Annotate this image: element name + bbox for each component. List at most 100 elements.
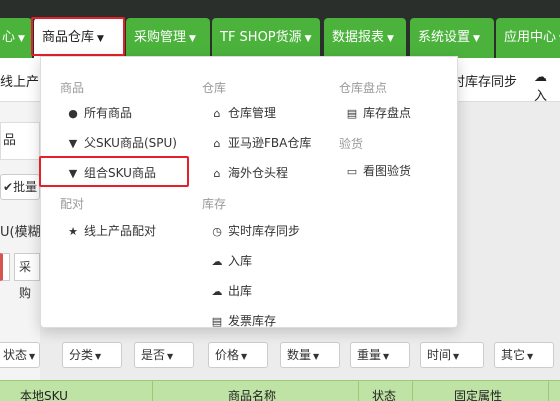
- search-mode-select[interactable]: U(模糊): [0, 221, 46, 240]
- menu-item-view-inspect[interactable]: ▭ 看图验货: [346, 162, 411, 179]
- menu-item-label: 看图验货: [363, 164, 412, 178]
- section-heading-match: 配对: [60, 197, 85, 211]
- chevron-down-icon: ▼: [167, 352, 174, 361]
- filter-label: 重量: [357, 348, 382, 362]
- column-divider: [358, 381, 359, 401]
- chevron-down-icon: ▼: [189, 34, 196, 44]
- menu-item-label: 所有商品: [84, 106, 133, 120]
- menu-item-online-match[interactable]: ★ 线上产品配对: [67, 222, 156, 239]
- nav-tab-apps[interactable]: 应用中心▼: [496, 18, 560, 58]
- section-heading-check: 仓库盘点: [339, 81, 388, 95]
- batch-button-label: 批量: [13, 180, 38, 194]
- chevron-down-icon: ▼: [527, 352, 534, 361]
- menu-item-label: 仓库管理: [228, 106, 277, 120]
- sub-menu-item-stock-in[interactable]: ☁ 入: [534, 70, 560, 104]
- column-header-attributes[interactable]: 固定属性: [454, 387, 502, 401]
- filter-status-button[interactable]: 状态 ▼: [0, 342, 40, 368]
- section-heading-warehouse: 仓库: [202, 81, 227, 95]
- menu-item-stock-check[interactable]: ▤ 库存盘点: [346, 104, 411, 121]
- column-divider: [412, 381, 413, 401]
- chevron-down-icon: ▼: [29, 352, 36, 361]
- nav-tab-label: 采购管理: [134, 30, 187, 45]
- menu-item-label: 库存盘点: [363, 106, 412, 120]
- menu-item-stock-in[interactable]: ☁ 入库: [211, 252, 253, 269]
- menu-item-all-goods[interactable]: ● 所有商品: [67, 104, 132, 121]
- filter-label: 是否: [141, 348, 166, 362]
- list-icon: ▤: [346, 107, 358, 120]
- nav-tab-reports[interactable]: 数据报表 ▼: [324, 18, 406, 58]
- home-icon: ⌂: [213, 107, 221, 120]
- chevron-down-icon: ▼: [95, 352, 102, 361]
- table-header: 本地SKU 商品名称 状态 固定属性: [0, 380, 560, 401]
- nav-tab-center[interactable]: 心 ▼: [0, 18, 32, 58]
- menu-item-realtime-sync[interactable]: ◷ 实时库存同步: [211, 222, 300, 239]
- filter-label: 分类: [69, 348, 94, 362]
- filter-bar: 状态 ▼ 分类 ▼ 是否 ▼ 价格 ▼ 数量 ▼ 重量 ▼ 时间 ▼ 其它 ▼: [0, 342, 560, 370]
- chevron-down-icon: ▼: [304, 34, 312, 44]
- nav-tab-label: TF SHOP货源: [220, 30, 302, 45]
- circle-icon: ●: [68, 107, 78, 120]
- filter-other-button[interactable]: 其它 ▼: [494, 342, 554, 368]
- menu-item-label: 亚马逊FBA仓库: [228, 136, 312, 150]
- column-header-status[interactable]: 状态: [372, 387, 396, 401]
- menu-item-label: 出库: [228, 284, 253, 298]
- filter-label: 数量: [287, 348, 312, 362]
- menu-item-label: 父SKU商品(SPU): [84, 136, 177, 150]
- content-tab[interactable]: 品: [0, 122, 40, 160]
- chevron-down-icon: ▼: [453, 352, 460, 361]
- cloud-download-icon: ☁: [211, 285, 223, 298]
- nav-tab-label: 应用中心: [504, 30, 557, 45]
- nav-tab-label: 数据报表: [332, 30, 385, 45]
- filter-time-button[interactable]: 时间 ▼: [420, 342, 484, 368]
- cloud-icon: ☁: [534, 70, 547, 85]
- menu-item-label: 发票库存: [228, 314, 277, 328]
- menu-item-amazon-fba[interactable]: ⌂ 亚马逊FBA仓库: [211, 134, 312, 151]
- nav-tab-purchase[interactable]: 采购管理 ▼: [126, 18, 210, 58]
- goods-warehouse-dropdown: 商品 ● 所有商品 ▼ 父SKU商品(SPU) ▼ 组合SKU商品 配对 ★ 线上产品配…: [40, 56, 458, 328]
- menu-item-parent-sku[interactable]: ▼ 父SKU商品(SPU): [67, 134, 177, 151]
- filter-label: 状态: [3, 348, 28, 362]
- star-icon: ★: [68, 225, 78, 238]
- chevron-down-icon: ▼: [241, 352, 248, 361]
- filter-weight-button[interactable]: 重量 ▼: [350, 342, 410, 368]
- menu-item-label: 海外仓头程: [228, 166, 289, 180]
- list-icon: ▤: [211, 315, 223, 328]
- menu-item-label: 入库: [228, 254, 253, 268]
- column-header-name[interactable]: 商品名称: [228, 387, 276, 401]
- nav-tab-tfshop[interactable]: TF SHOP货源 ▼: [212, 18, 320, 58]
- filter-category-button[interactable]: 分类 ▼: [62, 342, 122, 368]
- column-divider: [152, 381, 153, 401]
- menu-item-label: 实时库存同步: [228, 224, 301, 238]
- purchase-select[interactable]: 采购: [14, 253, 40, 300]
- nav-tab-settings[interactable]: 系统设置 ▼: [410, 18, 494, 58]
- filter-label: 其它: [501, 348, 526, 362]
- menu-item-warehouse-manage[interactable]: ⌂ 仓库管理: [211, 104, 277, 121]
- home-icon: ⌂: [213, 137, 221, 150]
- filter-price-button[interactable]: 价格 ▼: [208, 342, 268, 368]
- filter-label: 价格: [215, 348, 240, 362]
- search-input[interactable]: [0, 253, 10, 281]
- home-icon: ⌂: [213, 167, 221, 180]
- sub-menu-label: 入: [534, 89, 548, 104]
- section-heading-inspect: 验货: [339, 137, 364, 151]
- sub-menu-item-sync[interactable]: 时库存同步: [452, 71, 517, 90]
- filter-label: 时间: [427, 348, 452, 362]
- nav-tab-label: 系统设置: [418, 30, 471, 45]
- batch-button[interactable]: ✔批量: [0, 174, 40, 200]
- menu-item-stock-out[interactable]: ☁ 出库: [211, 282, 253, 299]
- menu-item-invoice-stock[interactable]: ▤ 发票库存: [211, 312, 276, 329]
- filter-quantity-button[interactable]: 数量 ▼: [280, 342, 340, 368]
- check-icon: ✔: [3, 180, 14, 194]
- chevron-down-icon: ▼: [383, 352, 390, 361]
- filter-icon: ▼: [68, 137, 78, 150]
- chevron-down-icon: ▼: [18, 34, 25, 44]
- filter-yesno-button[interactable]: 是否 ▼: [134, 342, 194, 368]
- section-heading-stock: 库存: [202, 197, 227, 211]
- menu-item-overseas[interactable]: ⌂ 海外仓头程: [211, 164, 289, 181]
- menu-item-label: 线上产品配对: [84, 224, 157, 238]
- chevron-down-icon: ▼: [313, 352, 320, 361]
- chevron-down-icon: ▼: [387, 34, 394, 44]
- column-header-sku[interactable]: 本地SKU: [20, 387, 68, 401]
- chevron-down-icon: ▼: [473, 34, 480, 44]
- monitor-icon: ▭: [346, 165, 358, 178]
